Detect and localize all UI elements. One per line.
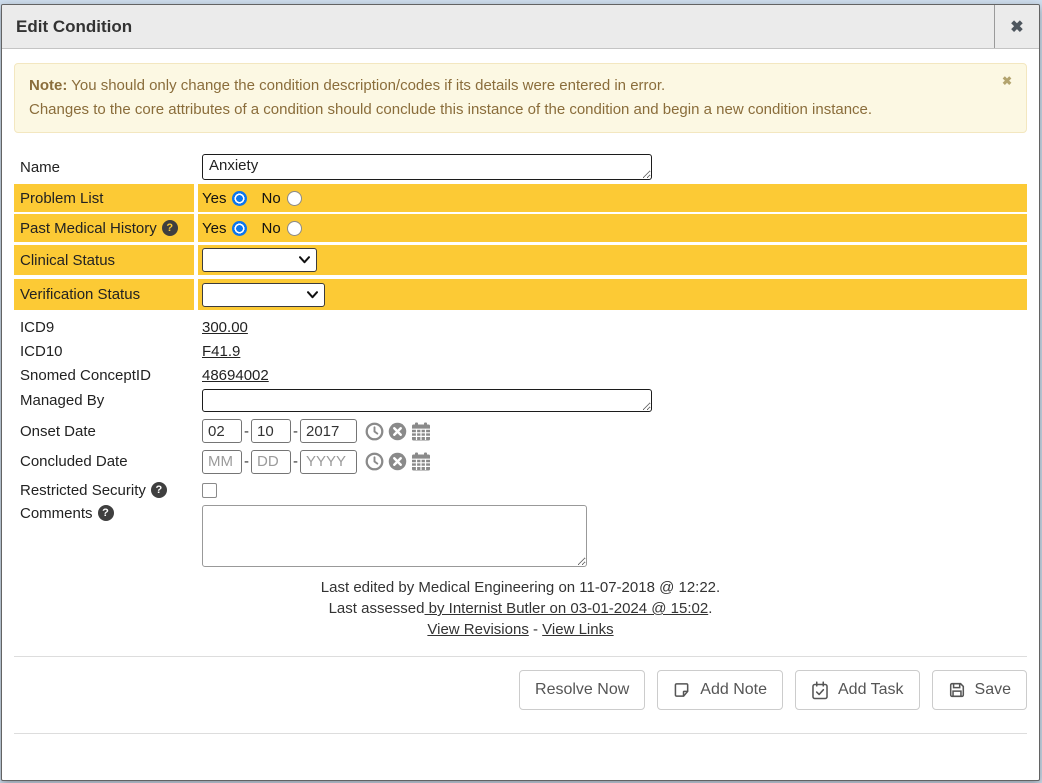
- view-revisions-link[interactable]: View Revisions: [427, 621, 528, 638]
- onset-date-label: Onset Date: [20, 423, 96, 440]
- clinical-status-select[interactable]: [202, 248, 317, 272]
- save-icon: [948, 681, 966, 699]
- note-line-2: Changes to the core attributes of a cond…: [29, 98, 986, 122]
- row-icd10: ICD10 F41.9: [14, 339, 1027, 363]
- problem-list-no-label: No: [261, 190, 280, 207]
- add-note-button[interactable]: Add Note: [657, 670, 783, 710]
- dialog-header: Edit Condition ✖: [2, 5, 1039, 49]
- last-assessed-link[interactable]: by Internist Butler on 03-01-2024 @ 15:0…: [424, 600, 708, 617]
- onset-month-input[interactable]: [202, 419, 242, 443]
- icd9-label: ICD9: [20, 319, 54, 336]
- row-clinical-status: Clinical Status: [14, 245, 1027, 275]
- row-restricted-security: Restricted Security ?: [14, 477, 1027, 503]
- help-icon[interactable]: ?: [98, 505, 114, 521]
- verification-status-select[interactable]: [202, 283, 325, 307]
- managed-by-input[interactable]: [202, 389, 652, 412]
- dialog-close-button[interactable]: ✖: [994, 5, 1039, 48]
- name-label: Name: [20, 159, 60, 176]
- row-concluded-date: Concluded Date - -: [14, 446, 1027, 477]
- note-line-1: Note: You should only change the conditi…: [29, 74, 986, 98]
- problem-list-label: Problem List: [20, 190, 103, 207]
- action-bar: Resolve Now Add Note Add Task Save: [14, 670, 1027, 710]
- pmh-no-label: No: [261, 220, 280, 237]
- comments-label: Comments: [20, 505, 93, 522]
- pmh-yes-label: Yes: [202, 220, 226, 237]
- clinical-status-label: Clinical Status: [20, 252, 115, 269]
- clock-icon[interactable]: [365, 422, 384, 441]
- note-banner: Note: You should only change the conditi…: [14, 63, 1027, 133]
- resolve-now-button[interactable]: Resolve Now: [519, 670, 645, 710]
- concluded-day-input[interactable]: [251, 450, 291, 474]
- note-icon: [673, 681, 691, 699]
- close-icon: ✖: [1010, 17, 1023, 37]
- past-medical-history-label: Past Medical History: [20, 220, 157, 237]
- row-icd9: ICD9 300.00: [14, 315, 1027, 339]
- icd10-label: ICD10: [20, 343, 63, 360]
- clear-date-icon[interactable]: [388, 422, 407, 441]
- view-links-line: View Revisions - View Links: [14, 619, 1027, 640]
- name-input[interactable]: Anxiety: [202, 154, 652, 180]
- calendar-icon[interactable]: [411, 452, 431, 471]
- verification-status-label: Verification Status: [20, 286, 140, 303]
- clear-date-icon[interactable]: [388, 452, 407, 471]
- pmh-yes-radio[interactable]: [232, 221, 247, 236]
- problem-list-yes-label: Yes: [202, 190, 226, 207]
- note-prefix: Note:: [29, 77, 67, 94]
- view-links-link[interactable]: View Links: [542, 621, 613, 638]
- problem-list-no-radio[interactable]: [287, 191, 302, 206]
- row-verification-status: Verification Status: [14, 279, 1027, 310]
- row-managed-by: Managed By: [14, 387, 1027, 413]
- save-button[interactable]: Save: [932, 670, 1027, 710]
- edit-condition-dialog: Edit Condition ✖ Note: You should only c…: [1, 4, 1040, 781]
- row-past-medical-history: Past Medical History ? Yes No: [14, 214, 1027, 242]
- snomed-label: Snomed ConceptID: [20, 367, 151, 384]
- help-icon[interactable]: ?: [151, 482, 167, 498]
- calendar-check-icon: [811, 681, 829, 700]
- row-snomed: Snomed ConceptID 48694002: [14, 363, 1027, 387]
- problem-list-yes-radio[interactable]: [232, 191, 247, 206]
- row-comments: Comments ?: [14, 503, 1027, 567]
- icd10-code-link[interactable]: F41.9: [202, 343, 240, 360]
- snomed-code-link[interactable]: 48694002: [202, 367, 269, 384]
- last-edited-text: Last edited by Medical Engineering on 11…: [14, 577, 1027, 598]
- icd9-code-link[interactable]: 300.00: [202, 319, 248, 336]
- calendar-icon[interactable]: [411, 422, 431, 441]
- onset-day-input[interactable]: [251, 419, 291, 443]
- help-icon[interactable]: ?: [162, 220, 178, 236]
- note-dismiss-icon[interactable]: ✖: [1002, 75, 1012, 87]
- restricted-security-checkbox[interactable]: [202, 483, 217, 498]
- last-assessed-text: Last assessed by Internist Butler on 03-…: [14, 598, 1027, 619]
- audit-info: Last edited by Medical Engineering on 11…: [14, 577, 1027, 640]
- condition-form: Name Anxiety Problem List Yes No: [14, 152, 1027, 567]
- comments-textarea[interactable]: [202, 505, 587, 567]
- managed-by-label: Managed By: [20, 392, 104, 409]
- divider: [14, 656, 1027, 657]
- add-task-button[interactable]: Add Task: [795, 670, 920, 710]
- row-onset-date: Onset Date - -: [14, 416, 1027, 446]
- concluded-month-input[interactable]: [202, 450, 242, 474]
- dialog-title: Edit Condition: [2, 5, 994, 48]
- clock-icon[interactable]: [365, 452, 384, 471]
- row-name: Name Anxiety: [14, 152, 1027, 182]
- divider: [14, 733, 1027, 734]
- dialog-body: Note: You should only change the conditi…: [2, 49, 1039, 734]
- restricted-security-label: Restricted Security: [20, 482, 146, 499]
- pmh-no-radio[interactable]: [287, 221, 302, 236]
- concluded-year-input[interactable]: [300, 450, 357, 474]
- concluded-date-label: Concluded Date: [20, 453, 128, 470]
- onset-year-input[interactable]: [300, 419, 357, 443]
- row-problem-list: Problem List Yes No: [14, 184, 1027, 212]
